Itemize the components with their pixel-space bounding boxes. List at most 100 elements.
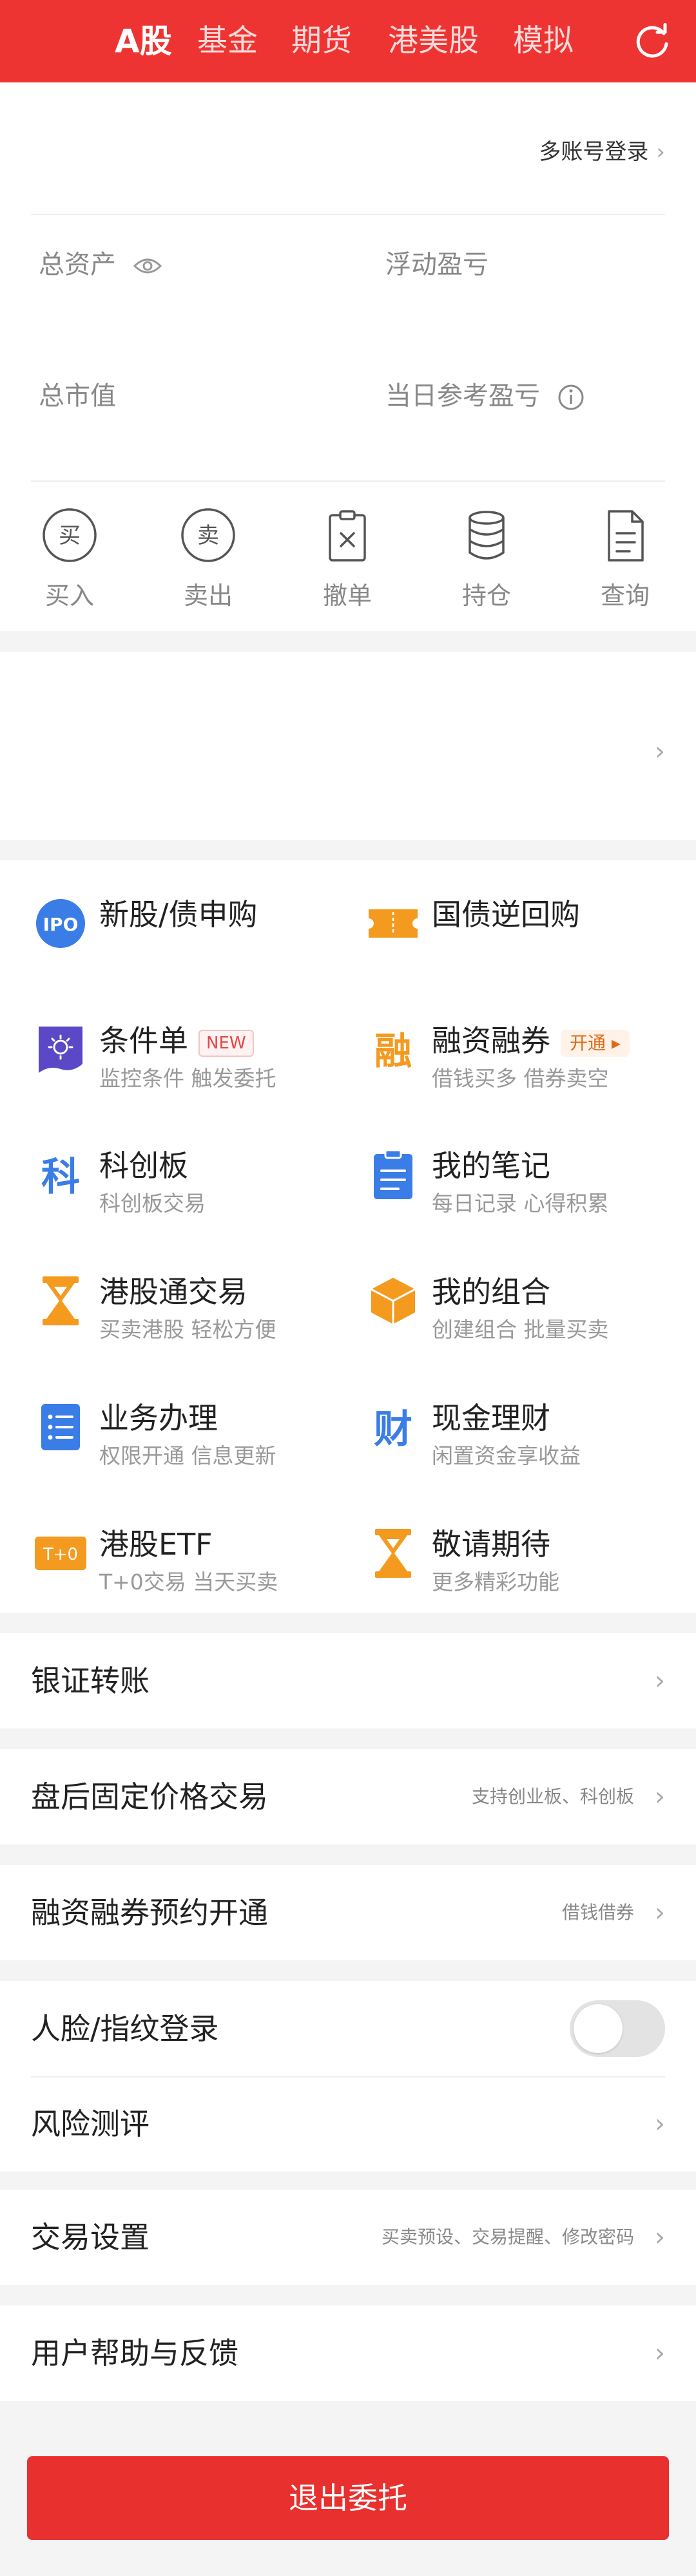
feature-title: 科创板 bbox=[99, 1148, 188, 1183]
service-list-icon bbox=[41, 1404, 80, 1450]
menu-hint: 支持创业板、科创板 bbox=[471, 1786, 634, 1807]
ticket-icon bbox=[369, 909, 418, 938]
feature-title-text: 融资融券 bbox=[432, 1023, 550, 1058]
chevron-right-icon: › bbox=[655, 1898, 665, 1927]
eye-icon[interactable] bbox=[133, 256, 162, 276]
star-market-icon: 科 bbox=[41, 1155, 80, 1200]
feature-subtitle: 更多精彩功能 bbox=[432, 1569, 559, 1595]
query-icon bbox=[608, 510, 644, 562]
tab-futures[interactable]: 期货 bbox=[291, 0, 352, 82]
face-login-toggle[interactable] bbox=[570, 2000, 665, 2057]
feature-subtitle: 监控条件 触发委托 bbox=[99, 1066, 276, 1091]
feature-title: 融资融券 开通 ▸ bbox=[432, 1018, 630, 1060]
svg-text:买: 买 bbox=[59, 523, 81, 549]
chevron-right-icon: › bbox=[655, 1782, 665, 1812]
quick-action-holdings[interactable]: 持仓 bbox=[435, 506, 538, 611]
menu-bank-transfer[interactable]: 银证转账 › bbox=[0, 1633, 696, 1728]
open-badge-text: 开通 bbox=[570, 1032, 606, 1054]
tab-simulation[interactable]: 模拟 bbox=[513, 0, 574, 82]
svg-text:融: 融 bbox=[374, 1029, 412, 1073]
cancel-order-icon bbox=[329, 510, 366, 562]
feature-subtitle: 借钱买多 借券卖空 bbox=[432, 1066, 609, 1091]
feature-title: 我的组合 bbox=[432, 1274, 550, 1309]
multi-account-label: 多账号登录 bbox=[539, 139, 649, 165]
quick-action-buy[interactable]: 买 买入 bbox=[18, 506, 121, 611]
quick-action-label: 持仓 bbox=[461, 582, 511, 610]
market-value-label: 总市值 bbox=[39, 381, 116, 411]
feature-title: 现金理财 bbox=[432, 1401, 550, 1435]
feature-grid: IPO 新股/债申购 国债逆回购 条件单 NEW 监控条件 触发委托 融 融资融券… bbox=[0, 860, 696, 1613]
quick-action-label: 卖出 bbox=[183, 582, 233, 610]
wealth-icon: 财 bbox=[374, 1407, 412, 1452]
open-badge[interactable]: 开通 ▸ bbox=[561, 1029, 630, 1057]
margin-icon: 融 bbox=[374, 1029, 412, 1073]
menu-face-login: 人脸/指纹登录 bbox=[0, 1981, 696, 2076]
menu-after-hours-trading[interactable]: 盘后固定价格交易 支持创业板、科创板 › bbox=[0, 1749, 696, 1844]
ipo-icon: IPO bbox=[36, 899, 85, 948]
feature-title: 条件单 NEW bbox=[99, 1018, 254, 1060]
refresh-icon[interactable] bbox=[634, 23, 672, 61]
chevron-right-icon: › bbox=[655, 737, 665, 766]
menu-label: 融资融券预约开通 bbox=[31, 1895, 268, 1930]
divider bbox=[31, 214, 665, 215]
menu-margin-reserve[interactable]: 融资融券预约开通 借钱借券 › bbox=[0, 1865, 696, 1960]
menu-hint: 借钱借券 bbox=[561, 1902, 634, 1923]
feature-title: 敬请期待 bbox=[432, 1527, 550, 1562]
info-icon[interactable] bbox=[557, 384, 585, 411]
toggle-knob bbox=[574, 2004, 623, 2053]
chevron-right-icon: › bbox=[655, 2222, 665, 2252]
chevron-right-icon: › bbox=[655, 2338, 665, 2368]
feature-subtitle: 创建组合 批量买卖 bbox=[432, 1317, 609, 1342]
quick-action-cancel[interactable]: 撤单 bbox=[296, 506, 399, 611]
total-assets-text: 总资产 bbox=[39, 250, 116, 279]
tab-funds[interactable]: 基金 bbox=[197, 0, 258, 82]
chevron-right-icon: › bbox=[656, 139, 665, 165]
feature-subtitle: 买卖港股 轻松方便 bbox=[99, 1317, 276, 1342]
feature-title: 港股ETF bbox=[99, 1527, 213, 1562]
sell-icon: 卖 bbox=[181, 508, 235, 562]
menu-trade-settings[interactable]: 交易设置 买卖预设、交易提醒、修改密码 › bbox=[0, 2190, 696, 2285]
quick-action-query[interactable]: 查询 bbox=[574, 506, 677, 611]
chevron-right-icon: › bbox=[655, 2109, 665, 2139]
svg-text:卖: 卖 bbox=[197, 523, 219, 549]
multi-account-login[interactable]: 多账号登录 › bbox=[539, 134, 665, 166]
svg-text:财: 财 bbox=[374, 1407, 412, 1452]
floating-pnl-label: 浮动盈亏 bbox=[385, 250, 488, 279]
hourglass-icon bbox=[375, 1529, 411, 1578]
svg-text:IPO: IPO bbox=[43, 914, 79, 935]
menu-label: 用户帮助与反馈 bbox=[31, 2336, 238, 2371]
banner-card[interactable]: › bbox=[0, 652, 696, 840]
hourglass-icon bbox=[43, 1276, 79, 1325]
menu-label: 人脸/指纹登录 bbox=[31, 2011, 219, 2046]
feature-title: 港股通交易 bbox=[99, 1274, 247, 1309]
total-assets-label: 总资产 bbox=[39, 243, 162, 281]
feature-title: 国债逆回购 bbox=[432, 897, 580, 932]
tab-hk-us[interactable]: 港美股 bbox=[388, 0, 479, 82]
feature-subtitle: 科创板交易 bbox=[99, 1191, 206, 1216]
feature-title-text: 条件单 bbox=[99, 1023, 188, 1058]
condition-order-icon bbox=[39, 1027, 82, 1073]
chevron-right-icon: › bbox=[655, 1666, 665, 1696]
quick-action-sell[interactable]: 卖 卖出 bbox=[157, 506, 260, 611]
quick-action-label: 买入 bbox=[44, 582, 94, 610]
menu-hint: 买卖预设、交易提醒、修改密码 bbox=[381, 2226, 634, 2248]
logout-button[interactable]: 退出委托 bbox=[27, 2456, 669, 2540]
feature-subtitle: 权限开通 信息更新 bbox=[99, 1443, 276, 1468]
divider bbox=[31, 2076, 665, 2078]
buy-icon: 买 bbox=[43, 508, 97, 562]
menu-help-feedback[interactable]: 用户帮助与反馈 › bbox=[0, 2306, 696, 2401]
daily-ref-pnl-text: 当日参考盈亏 bbox=[385, 381, 540, 411]
tab-a-shares[interactable]: A股 bbox=[115, 0, 172, 82]
menu-label: 盘后固定价格交易 bbox=[31, 1779, 268, 1814]
portfolio-icon bbox=[371, 1278, 416, 1324]
daily-ref-pnl-label: 当日参考盈亏 bbox=[385, 375, 585, 412]
menu-risk-evaluation[interactable]: 风险测评 › bbox=[0, 2076, 696, 2172]
feature-subtitle: T+0交易 当天买卖 bbox=[99, 1569, 278, 1595]
feature-title: 新股/债申购 bbox=[99, 897, 258, 932]
t0-icon: T+0 bbox=[35, 1537, 86, 1570]
svg-text:科: 科 bbox=[41, 1155, 80, 1200]
feature-title: 我的笔记 bbox=[432, 1148, 550, 1183]
divider bbox=[31, 480, 665, 482]
quick-action-label: 撤单 bbox=[322, 582, 372, 610]
quick-action-label: 查询 bbox=[600, 582, 650, 610]
